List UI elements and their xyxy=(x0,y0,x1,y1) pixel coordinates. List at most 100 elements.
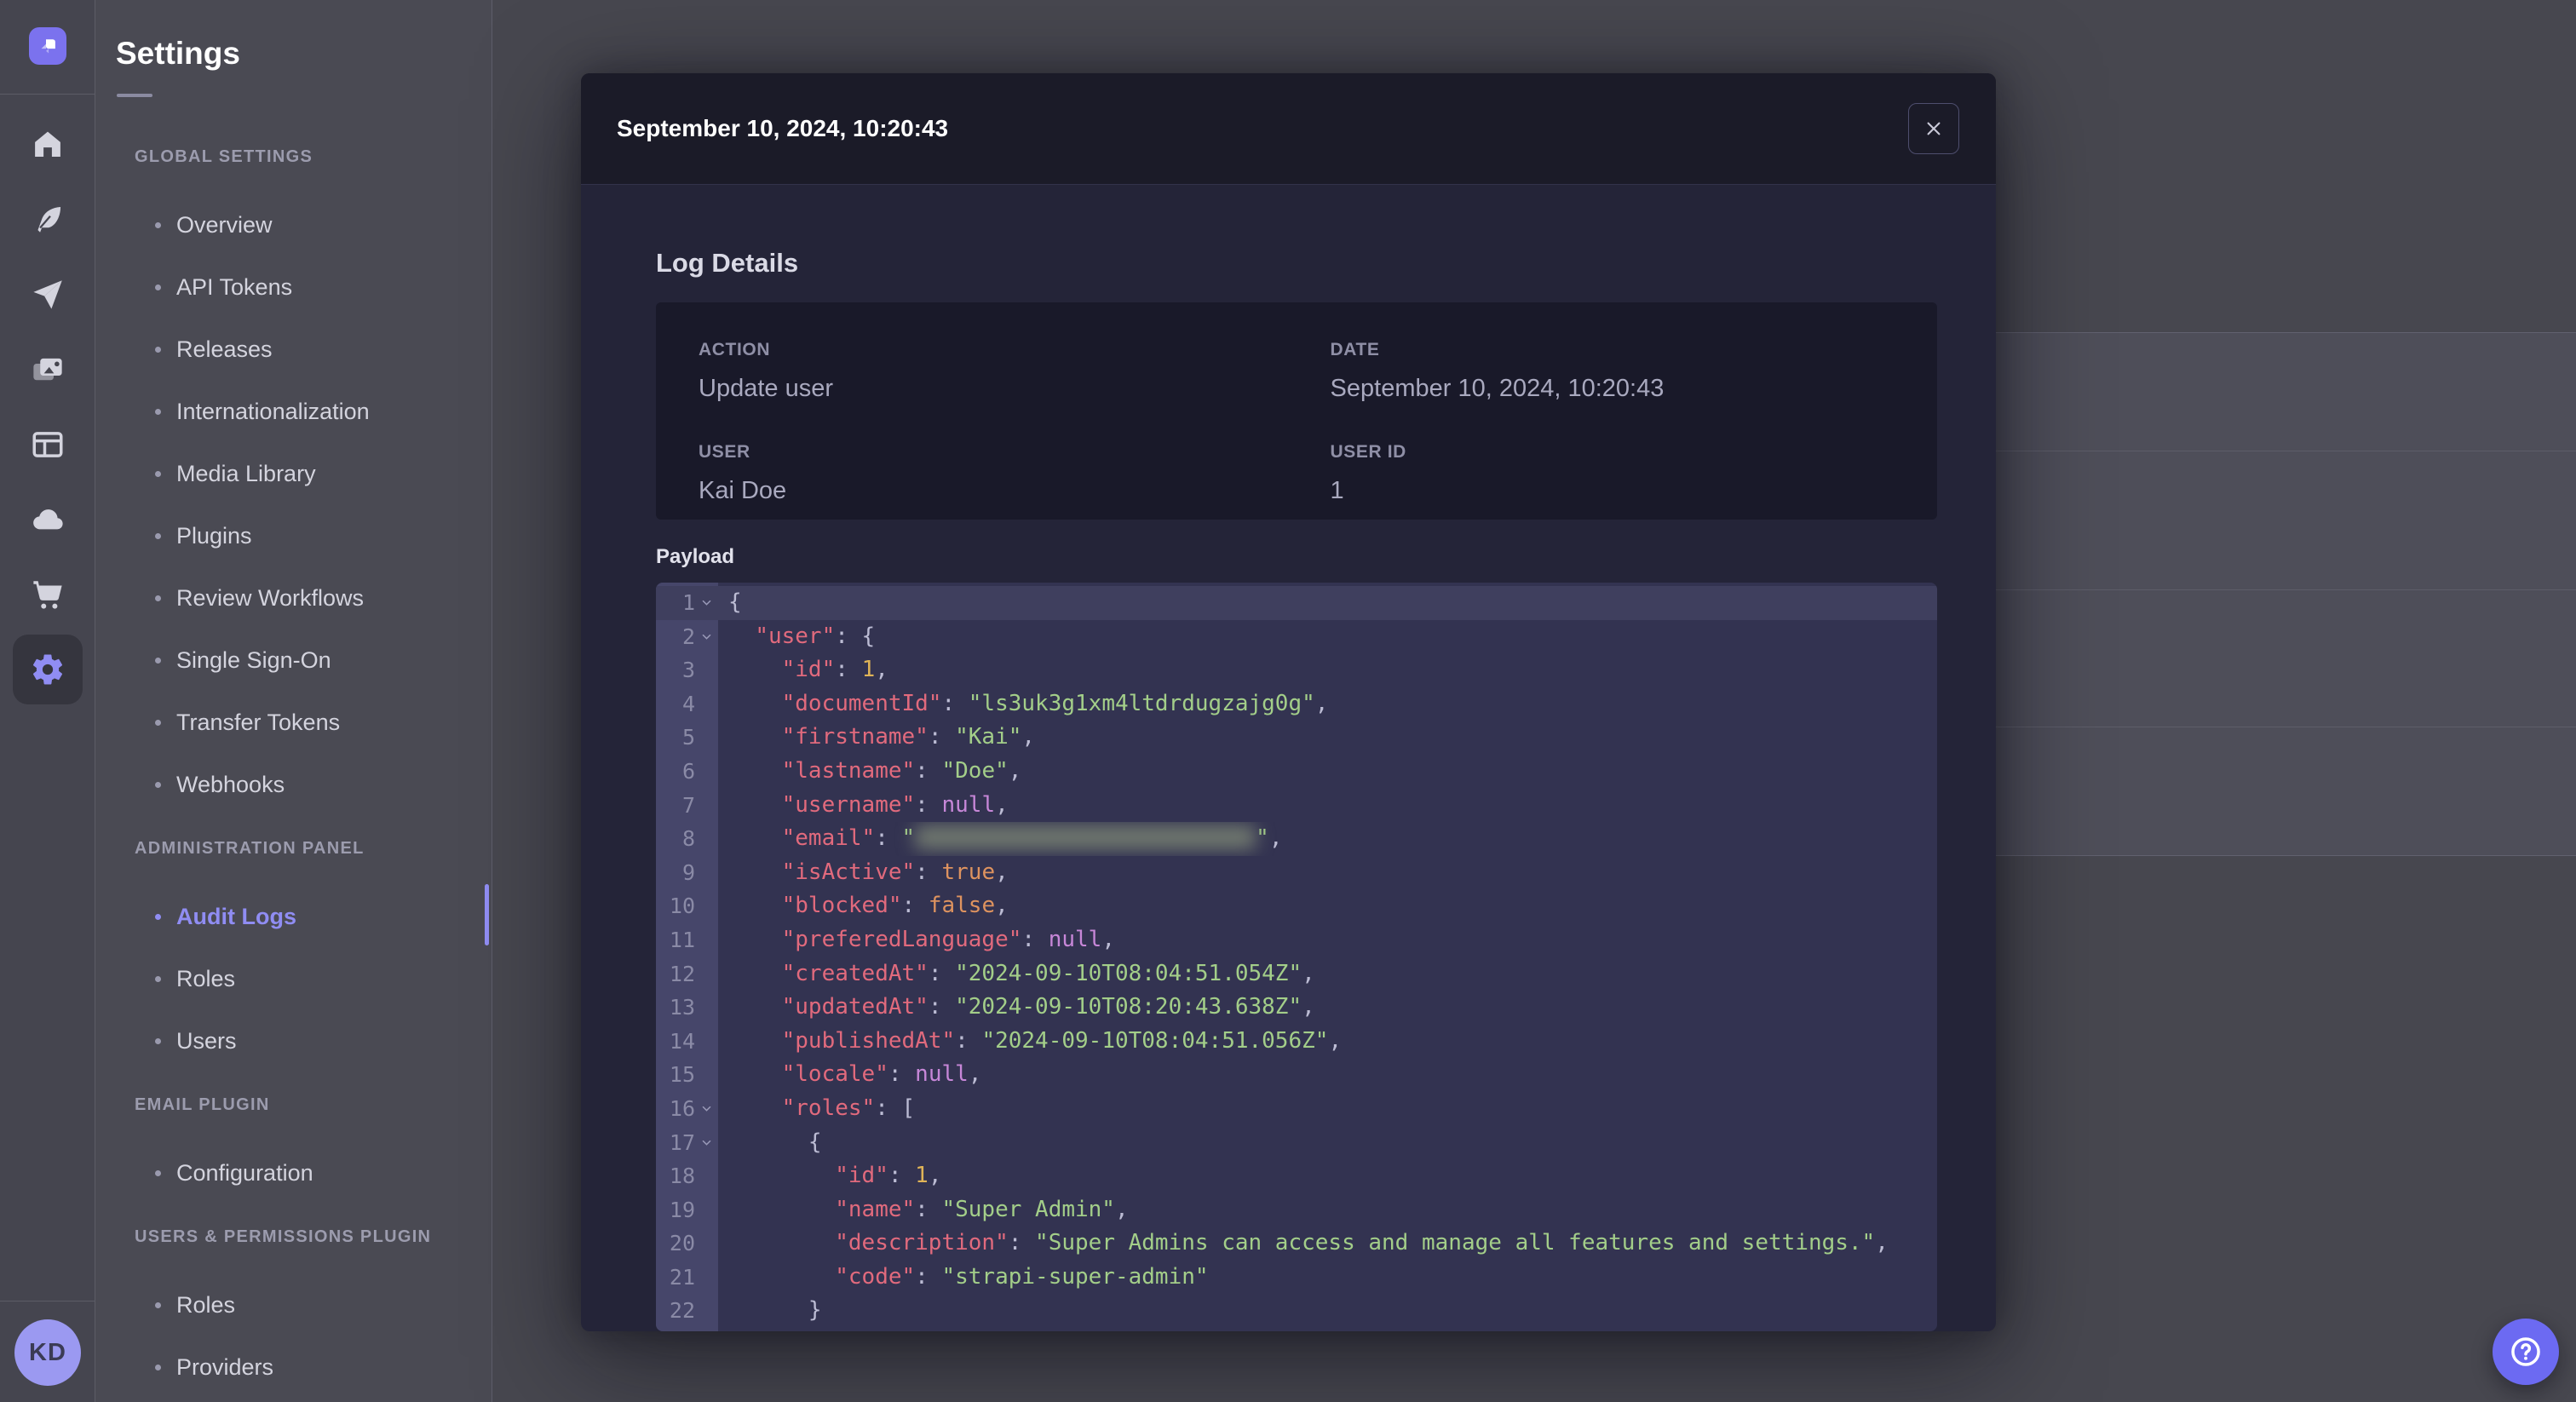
code-text: "roles": [ xyxy=(718,1092,1937,1126)
sidebar-item-releases[interactable]: Releases xyxy=(95,319,492,381)
active-item-indicator xyxy=(485,884,489,945)
detail-label: ACTION xyxy=(699,340,771,359)
fold-toggle[interactable] xyxy=(695,1092,718,1126)
sidebar-item-internationalization[interactable]: Internationalization xyxy=(95,381,492,443)
sidebar-item-media-library[interactable]: Media Library xyxy=(95,443,492,505)
sidebar-item-single-sign-on[interactable]: Single Sign-On xyxy=(95,629,492,692)
page-title: Settings xyxy=(116,36,240,71)
avatar[interactable]: KD xyxy=(14,1319,81,1386)
code-token: , xyxy=(995,859,1009,885)
sidebar-item-roles[interactable]: Roles xyxy=(95,948,492,1010)
rail-item-gear[interactable] xyxy=(0,632,95,707)
code-text: "updatedAt": "2024-09-10T08:20:43.638Z", xyxy=(718,991,1937,1025)
code-text: "lastname": "Doe", xyxy=(718,755,1937,789)
sidebar-item-users[interactable]: Users xyxy=(95,1010,492,1072)
code-token: "createdAt" xyxy=(781,960,929,986)
rail-item-images[interactable] xyxy=(0,332,95,407)
code-token: null xyxy=(915,1061,969,1088)
sidebar-item-overview[interactable]: Overview xyxy=(95,194,492,256)
code-text: "isActive": true, xyxy=(718,856,1937,890)
sidebar-item-label: Roles xyxy=(176,966,236,991)
sidebar-item-api-tokens[interactable]: API Tokens xyxy=(95,256,492,319)
line-number: 6 xyxy=(681,758,695,784)
sidebar-item-label: Webhooks xyxy=(176,772,285,797)
sidebar-item-roles[interactable]: Roles xyxy=(95,1274,492,1336)
payload-code-editor[interactable]: 1{2 "user": {3 "id": 1, 4 "documentId": "… xyxy=(656,583,1937,1331)
close-button[interactable] xyxy=(1908,103,1959,154)
code-token: "id" xyxy=(835,1163,888,1189)
code-line: 6 "lastname": "Doe", xyxy=(656,755,1937,789)
strapi-logo[interactable] xyxy=(29,27,66,65)
redacted-email-value xyxy=(915,825,1256,849)
code-text: "code": "strapi-super-admin" xyxy=(718,1261,1937,1295)
sidebar-item-configuration[interactable]: Configuration xyxy=(95,1142,492,1204)
code-text: { xyxy=(718,586,1937,620)
rail-item-feather[interactable] xyxy=(0,182,95,257)
code-token: , xyxy=(995,791,1009,818)
section-label: USERS & PERMISSIONS PLUGIN xyxy=(135,1227,432,1246)
rail-item-paper-plane[interactable] xyxy=(0,257,95,332)
detail-field: USER ID 1 xyxy=(1331,442,1937,505)
code-text: { xyxy=(718,1126,1937,1160)
section-label: EMAIL PLUGIN xyxy=(135,1095,270,1114)
line-number: 21 xyxy=(669,1264,695,1290)
fold-toggle[interactable] xyxy=(695,586,718,620)
sidebar-item-label: Providers xyxy=(176,1354,274,1380)
detail-value: Update user xyxy=(699,375,833,402)
detail-label: USER ID xyxy=(1330,442,1406,462)
rail-item-layout[interactable] xyxy=(0,407,95,482)
code-token: "user" xyxy=(755,623,836,649)
sidebar-item-review-workflows[interactable]: Review Workflows xyxy=(95,567,492,629)
line-number: 1 xyxy=(681,590,695,615)
sidebar-item-label: Single Sign-On xyxy=(176,647,331,673)
code-text: } xyxy=(718,1294,1937,1328)
sidebar-item-plugins[interactable]: Plugins xyxy=(95,505,492,567)
help-button[interactable] xyxy=(2493,1319,2559,1385)
sidebar-item-transfer-tokens[interactable]: Transfer Tokens xyxy=(95,692,492,754)
sidebar-item-audit-logs[interactable]: Audit Logs xyxy=(95,886,492,948)
line-number: 3 xyxy=(681,658,695,683)
bullet-icon xyxy=(155,409,161,415)
code-line: 7 "username": null, xyxy=(656,789,1937,823)
sidebar-section: ADMINISTRATION PANEL Audit Logs Roles Users xyxy=(95,838,492,1072)
code-token: "isActive" xyxy=(781,859,916,885)
code-token: : xyxy=(928,994,956,1020)
code-token: , xyxy=(1114,1196,1129,1222)
code-token: "code" xyxy=(835,1263,916,1290)
code-token: , xyxy=(968,1061,982,1088)
sidebar-item-label: Review Workflows xyxy=(176,585,365,611)
sidebar-item-webhooks[interactable]: Webhooks xyxy=(95,754,492,816)
cloud-icon xyxy=(33,509,63,530)
line-number: 11 xyxy=(669,927,695,952)
rail-item-cloud[interactable] xyxy=(0,482,95,557)
code-token: : xyxy=(928,724,956,750)
code-text: "id": 1, xyxy=(718,653,1937,687)
code-token: { xyxy=(728,589,742,615)
code-line: 17 { xyxy=(656,1126,1937,1160)
sidebar-section: GLOBAL SETTINGS Overview API Tokens Release… xyxy=(95,147,492,816)
code-text: "createdAt": "2024-09-10T08:04:51.054Z", xyxy=(718,957,1937,991)
code-token: "Doe" xyxy=(941,757,1009,784)
fold-toggle[interactable] xyxy=(695,620,718,654)
code-token: : xyxy=(901,893,929,919)
rail-item-cart[interactable] xyxy=(0,557,95,632)
detail-value: September 10, 2024, 10:20:43 xyxy=(1330,375,1665,402)
feather-icon xyxy=(37,206,61,233)
rail-item-home[interactable] xyxy=(0,107,95,182)
sidebar-section: USERS & PERMISSIONS PLUGIN Roles Providers xyxy=(95,1227,492,1399)
sidebar-item-providers[interactable]: Providers xyxy=(95,1336,492,1399)
fold-toggle[interactable] xyxy=(695,1126,718,1160)
code-token: null xyxy=(1048,926,1102,952)
code-token: : xyxy=(915,791,942,818)
code-text: "id": 1, xyxy=(718,1159,1937,1193)
sidebar-item-label: Configuration xyxy=(176,1160,313,1186)
